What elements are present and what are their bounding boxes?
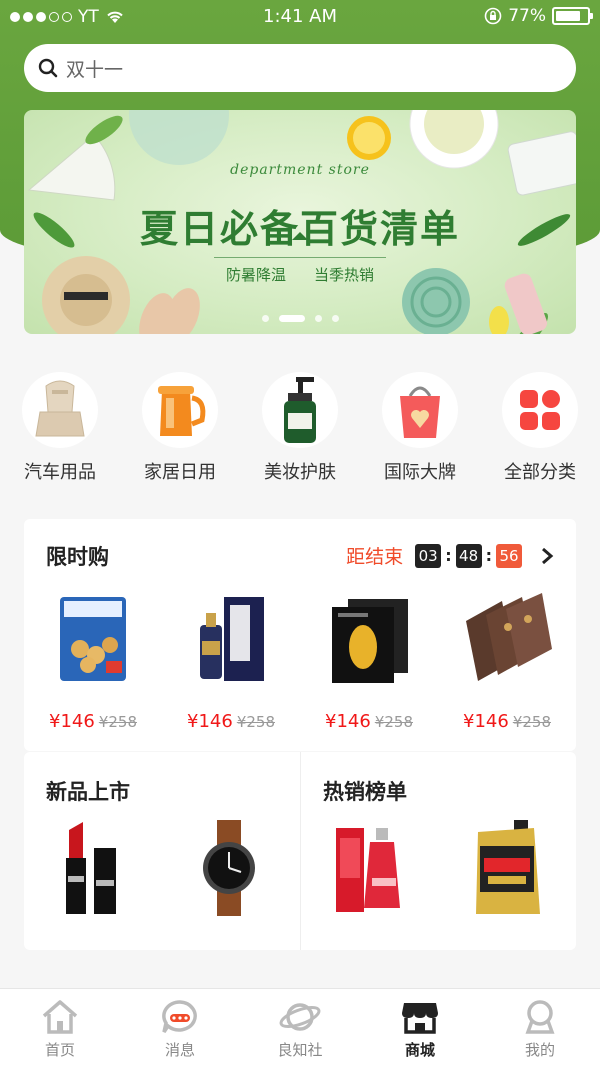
sale-price: ¥146 [325,711,371,732]
section-title: 热销榜单 [323,780,407,804]
message-icon [162,1000,197,1033]
tab-label: 我的 [524,1041,555,1059]
category-label: 全部分类 [504,462,576,483]
original-price: ¥258 [512,713,551,731]
banner-subtitle: department store [230,162,370,178]
countdown-hours: 03 [415,543,442,568]
flash-sale-title: 限时购 [46,545,109,569]
promo-banner[interactable]: department store 夏日必备百货清单 防暑降温 当季热销 [24,110,576,334]
category-home[interactable]: 家居日用 [125,372,235,484]
watch-image [202,820,255,916]
category-row: 汽车用品 家居日用 美妆护肤 国际大牌 全部分类 [0,372,600,484]
product-image [60,597,126,681]
tab-label: 良知社 [277,1041,323,1059]
category-label: 国际大牌 [384,462,456,483]
featured-sections: 新品上市 热销榜单 [24,752,576,950]
best-sellers-section[interactable]: 热销榜单 [300,752,576,950]
battery-icon [552,7,593,25]
grid-icon [520,390,560,430]
category-beauty[interactable]: 美妆护肤 [245,372,355,484]
tab-community[interactable]: 良知社 [240,989,360,1067]
original-price: ¥258 [98,713,137,731]
tab-label: 消息 [164,1041,195,1059]
store-icon [402,1003,438,1034]
profile-icon [525,1000,555,1034]
battery-percent: 77% [508,6,546,26]
product-image [466,593,552,681]
category-all[interactable]: 全部分类 [485,372,595,484]
category-label: 美妆护肤 [264,462,336,483]
search-placeholder: 双十一 [66,58,124,81]
motor-oil-image [476,820,540,914]
sale-price: ¥146 [463,711,509,732]
category-label: 家居日用 [144,462,216,483]
home-icon [42,1000,78,1034]
tab-store[interactable]: 商城 [360,989,480,1067]
original-price: ¥258 [236,713,275,731]
new-arrivals-section[interactable]: 新品上市 [24,752,300,950]
banner-tag: 当季热销 [314,266,375,284]
banner-title: 夏日必备百货清单 [139,207,460,251]
serum-image [336,828,400,912]
countdown-seconds: 56 [496,543,522,568]
countdown: 距结束 03 : 48 : 56 [346,542,556,569]
flash-item[interactable]: ¥146 ¥258 [162,591,300,732]
countdown-minutes: 48 [455,543,482,568]
tab-bar: 首页 消息 良知社 商城 我的 [0,988,600,1067]
category-label: 汽车用品 [24,462,96,483]
flash-sale-card[interactable]: 限时购 距结束 03 : 48 : 56 ¥146 ¥258 ¥146 ¥258 ¥… [24,519,576,751]
lipstick-image [65,822,116,914]
search-bar[interactable]: 双十一 [24,44,576,92]
kettle-icon [158,386,206,436]
flash-item[interactable]: ¥146 ¥258 [24,591,162,732]
rotation-lock-icon [484,7,502,25]
category-car[interactable]: 汽车用品 [5,372,115,484]
tab-label: 商城 [404,1041,435,1059]
car-seat-icon [35,380,85,437]
shopping-bag-icon [400,386,440,438]
carousel-indicator [24,315,576,322]
tab-home[interactable]: 首页 [0,989,120,1067]
countdown-label: 距结束 [346,546,404,568]
category-brands[interactable]: 国际大牌 [365,372,475,484]
lotion-bottle-icon [284,377,316,443]
search-icon [38,58,58,78]
status-bar: YT 1:41 AM 77% [0,0,600,34]
tab-label: 首页 [44,1041,75,1059]
product-image [332,599,408,683]
banner-tag: 防暑降温 [225,266,286,284]
original-price: ¥258 [374,713,413,731]
chevron-right-icon[interactable] [538,546,556,566]
sale-price: ¥146 [49,711,95,732]
tab-messages[interactable]: 消息 [120,989,240,1067]
sale-price: ¥146 [187,711,233,732]
product-image [200,597,264,681]
section-title: 新品上市 [46,780,130,804]
flash-item[interactable]: ¥146 ¥258 [438,591,576,732]
tab-profile[interactable]: 我的 [480,989,600,1067]
planet-icon [279,1003,321,1031]
flash-item[interactable]: ¥146 ¥258 [300,591,438,732]
banner-divider [214,257,386,258]
